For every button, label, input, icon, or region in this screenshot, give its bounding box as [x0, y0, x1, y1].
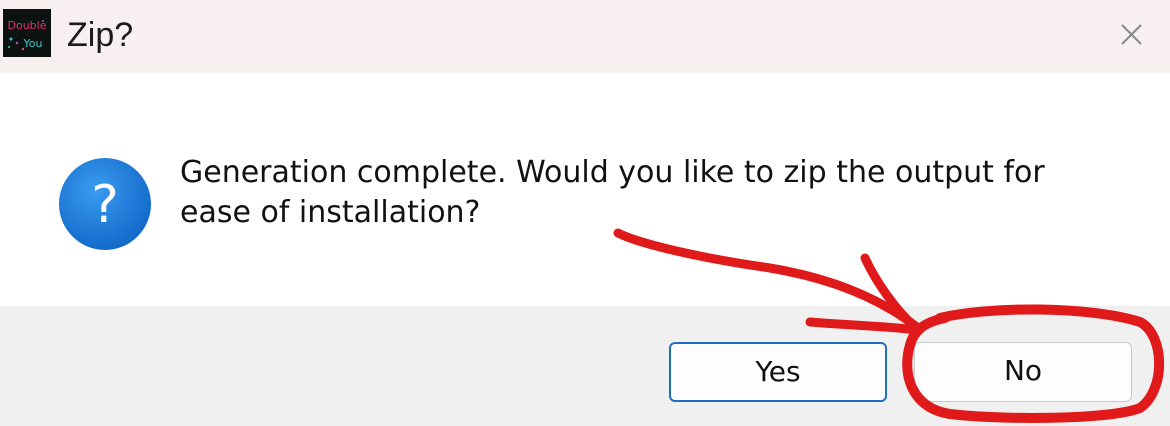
yes-button[interactable]: Yes — [669, 342, 887, 402]
svg-text:?: ? — [91, 175, 119, 235]
zip-dialog: Double You Zip? ? Generation complete. W… — [0, 0, 1170, 426]
message-line-1: Generation complete. Would you like to z… — [180, 155, 1045, 190]
no-button[interactable]: No — [914, 342, 1132, 402]
button-bar: Yes No — [0, 306, 1170, 426]
dialog-content: ? Generation complete. Would you like to… — [0, 73, 1170, 306]
app-icon-text-bottom: You — [23, 37, 43, 50]
close-button[interactable] — [1110, 12, 1154, 56]
question-icon: ? — [57, 156, 153, 252]
app-icon: Double You — [3, 9, 51, 57]
window-title: Zip? — [67, 16, 134, 54]
title-bar: Double You Zip? — [0, 0, 1170, 73]
close-icon — [1121, 24, 1142, 45]
app-icon-text-top: Double — [8, 19, 47, 32]
dialog-message: Generation complete. Would you like to z… — [180, 153, 1130, 233]
message-line-2: ease of installation? — [180, 195, 481, 230]
